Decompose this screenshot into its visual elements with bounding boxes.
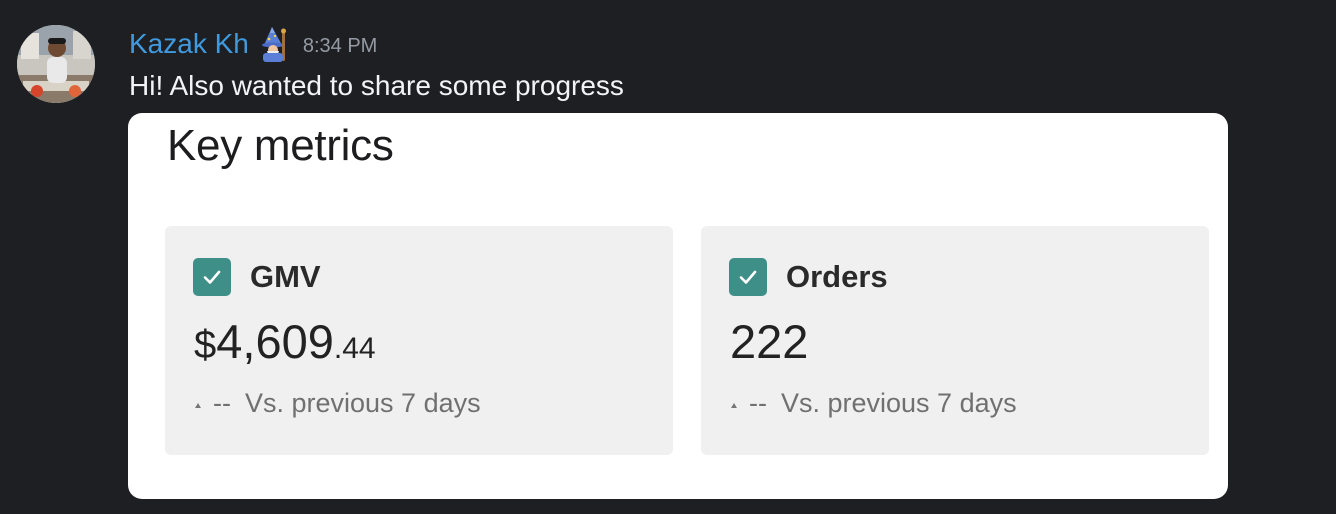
value-decimal: .44 [333,332,376,365]
timestamp: 8:34 PM [302,34,378,57]
username[interactable]: Kazak Kh [129,28,249,60]
metric-card-header: Orders [729,258,888,296]
metric-card-orders: Orders 222 -- Vs. previous 7 days [701,226,1209,455]
image-attachment[interactable]: Key metrics GMV $4,609.44 -- Vs. previou… [128,113,1228,499]
metric-value: $4,609.44 [194,318,376,365]
trend-triangle-icon [195,403,201,408]
value-main: 222 [730,315,809,368]
avatar[interactable] [17,25,95,103]
comparison-text: Vs. previous 7 days [244,388,481,418]
trend-triangle-icon [731,403,737,408]
metric-comparison: -- Vs. previous 7 days [195,388,481,419]
metric-card-header: GMV [193,258,321,296]
message-header: Kazak Kh 8:34 PM [129,24,377,64]
metric-label: GMV [250,259,321,294]
value-main: 4,609 [216,315,334,368]
value-currency: $ [194,323,217,367]
metric-label: Orders [786,259,888,294]
metric-value: 222 [730,318,808,365]
wizard-icon [257,25,293,63]
change-value: -- [213,388,231,418]
metric-card-gmv: GMV $4,609.44 -- Vs. previous 7 days [165,226,673,455]
checkbox-icon [729,258,767,296]
metrics-title: Key metrics [167,121,394,170]
checkbox-icon [193,258,231,296]
avatar-photo [17,25,95,103]
metric-comparison: -- Vs. previous 7 days [731,388,1017,419]
change-value: -- [749,388,767,418]
message-text: Hi! Also wanted to share some progress [129,70,624,101]
comparison-text: Vs. previous 7 days [780,388,1017,418]
